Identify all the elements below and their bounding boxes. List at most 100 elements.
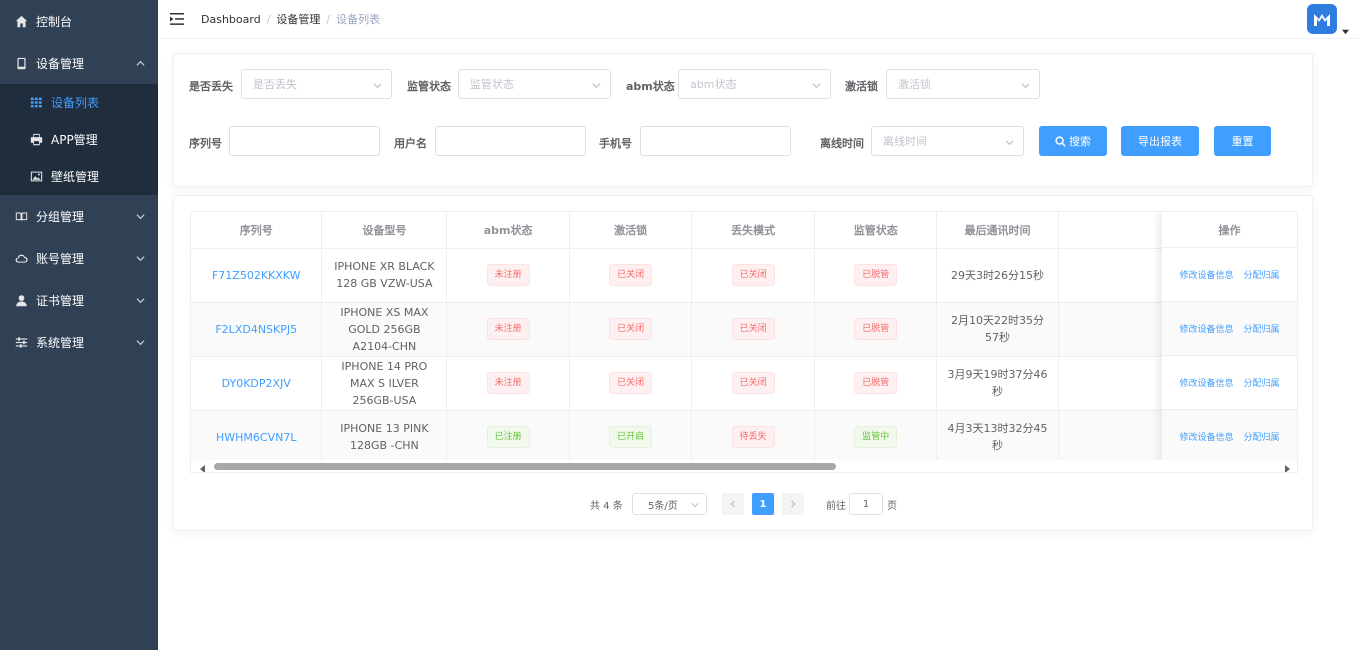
goto-label: 前往 — [826, 501, 846, 512]
breadcrumb: Dashboard / 设备管理 / 设备列表 — [201, 11, 380, 27]
filter-form: 是否丢失 是否丢失 监管状态 监管状态 abm状态 abm状态 激活锁 激活锁 … — [173, 53, 1313, 187]
menu-device-management-label: 设备管理 — [36, 56, 85, 71]
prev-page-button[interactable] — [722, 493, 744, 515]
cell-empty — [1058, 410, 1178, 465]
page-size-select[interactable]: 5条/页 — [632, 493, 707, 515]
supervise-select[interactable]: 监管状态 — [458, 69, 611, 99]
page-size-value: 5条/页 — [648, 500, 678, 512]
cell-abm: 已注册 — [446, 410, 570, 465]
assign-owner-link[interactable]: 分配归属 — [1244, 322, 1280, 335]
cell-serial[interactable]: HWHM6CVN7L — [191, 410, 323, 465]
edit-device-link[interactable]: 修改设备信息 — [1179, 268, 1233, 281]
col-serial: 序列号 — [191, 212, 323, 249]
assign-owner-link[interactable]: 分配归属 — [1244, 268, 1280, 281]
chevron-down-icon — [136, 252, 145, 262]
pagination: 共 4 条 5条/页 1 前往 1 页 — [174, 493, 1312, 515]
cell-lock: 已关闭 — [569, 302, 693, 357]
phone-input[interactable] — [640, 126, 791, 156]
menu-system-management[interactable]: 系统管理 — [0, 321, 158, 363]
scrollbar-thumb[interactable] — [214, 463, 836, 470]
status-badge: 监管中 — [854, 426, 898, 448]
status-badge: 已脱管 — [854, 264, 898, 286]
cell-serial[interactable]: F2LXD4NSKPJ5 — [191, 302, 323, 357]
edit-device-link[interactable]: 修改设备信息 — [1179, 376, 1233, 389]
table-row: F2LXD4NSKPJ5 IPHONE XS MAX GOLD 256GB A2… — [191, 302, 1297, 357]
sidebar-item-wallpaper[interactable]: 壁纸管理 — [0, 158, 158, 195]
col-actions: 操作 — [1162, 212, 1297, 248]
breadcrumb-separator: / — [326, 12, 331, 26]
cell-empty — [1058, 356, 1178, 411]
edit-device-link[interactable]: 修改设备信息 — [1179, 322, 1233, 335]
cell-supervise: 监管中 — [814, 410, 938, 465]
status-badge: 已关闭 — [731, 264, 775, 286]
offline-select[interactable]: 离线时间 — [871, 126, 1024, 156]
col-last-contact: 最后通讯时间 — [936, 212, 1059, 249]
cell-last: 4月3天13时32分45秒 — [936, 410, 1059, 465]
menu-dashboard[interactable]: 控制台 — [0, 0, 158, 42]
activation-select[interactable]: 激活锁 — [886, 69, 1040, 99]
breadcrumb-dashboard[interactable]: Dashboard — [201, 13, 261, 26]
cell-empty — [1058, 302, 1178, 357]
goto-page-input[interactable]: 1 — [849, 493, 883, 515]
topbar: Dashboard / 设备管理 / 设备列表 — [158, 0, 1358, 39]
status-badge: 已关闭 — [731, 318, 775, 340]
lost-select[interactable]: 是否丢失 — [241, 69, 392, 99]
reset-button[interactable]: 重置 — [1214, 126, 1271, 156]
table-row: DY0KDP2XJV IPHONE 14 PRO MAX S ILVER 256… — [191, 356, 1297, 411]
home-icon — [14, 14, 28, 28]
cell-abm: 未注册 — [446, 248, 570, 303]
export-button[interactable]: 导出报表 — [1121, 126, 1199, 156]
menu-account-management[interactable]: 账号管理 — [0, 237, 158, 279]
chevron-right-icon — [790, 500, 796, 508]
sidebar-item-wallpaper-label: 壁纸管理 — [51, 170, 100, 184]
menu-certificate-management[interactable]: 证书管理 — [0, 279, 158, 321]
page-number-current[interactable]: 1 — [752, 493, 774, 515]
search-icon — [1055, 135, 1066, 147]
search-button[interactable]: 搜索 — [1039, 126, 1107, 156]
cell-abm: 未注册 — [446, 356, 570, 411]
cell-serial[interactable]: DY0KDP2XJV — [191, 356, 323, 411]
chevron-down-icon — [812, 80, 821, 89]
sidebar-item-app[interactable]: APP管理 — [0, 121, 158, 158]
caret-down-icon[interactable] — [1342, 24, 1350, 35]
menu-group-management[interactable]: 分组管理 — [0, 195, 158, 237]
device-table-card: 序列号 设备型号 abm状态 激活锁 丢失模式 监管状态 最后通讯时间 F71Z… — [173, 195, 1313, 531]
chevron-down-icon — [373, 80, 382, 89]
scroll-right-icon[interactable] — [1283, 462, 1291, 472]
sidebar-item-device-list[interactable]: 设备列表 — [0, 84, 158, 121]
edit-device-link[interactable]: 修改设备信息 — [1179, 430, 1233, 443]
serial-input[interactable] — [229, 126, 380, 156]
menu-device-management[interactable]: 设备管理 — [0, 42, 158, 84]
chevron-down-icon — [592, 80, 601, 89]
cell-lock: 已关闭 — [569, 248, 693, 303]
cell-lost: 待丢失 — [691, 410, 815, 465]
assign-owner-link[interactable]: 分配归属 — [1244, 376, 1280, 389]
assign-owner-link[interactable]: 分配归属 — [1244, 430, 1280, 443]
search-button-label: 搜索 — [1069, 135, 1091, 148]
lost-placeholder: 是否丢失 — [253, 78, 297, 91]
breadcrumb-device-management[interactable]: 设备管理 — [276, 11, 320, 27]
scroll-left-icon[interactable] — [199, 462, 207, 472]
cell-empty — [1058, 248, 1178, 303]
cell-lock: 已关闭 — [569, 356, 693, 411]
next-page-button[interactable] — [782, 493, 804, 515]
horizontal-scrollbar[interactable] — [191, 460, 1297, 472]
col-hidden — [1058, 212, 1178, 249]
username-input[interactable] — [435, 126, 586, 156]
abm-select[interactable]: abm状态 — [678, 69, 831, 99]
cell-model: IPHONE XR BLACK 128 GB VZW-USA — [321, 248, 448, 303]
status-badge: 已脱管 — [854, 372, 898, 394]
activation-placeholder: 激活锁 — [898, 78, 931, 91]
chevron-down-icon — [136, 294, 145, 304]
device-table: 序列号 设备型号 abm状态 激活锁 丢失模式 监管状态 最后通讯时间 F71Z… — [190, 211, 1298, 473]
phone-icon — [14, 56, 28, 70]
menu-fold-icon[interactable] — [170, 12, 184, 26]
cell-serial[interactable]: F71Z502KKXKW — [191, 248, 323, 303]
breadcrumb-device-list: 设备列表 — [336, 13, 381, 26]
page-suffix: 页 — [887, 501, 897, 512]
cell-last: 3月9天19时37分46秒 — [936, 356, 1059, 411]
cell-model: IPHONE 14 PRO MAX S ILVER 256GB-USA — [321, 356, 448, 411]
menu-dashboard-label: 控制台 — [36, 14, 73, 29]
avatar[interactable] — [1307, 4, 1337, 34]
cell-abm: 未注册 — [446, 302, 570, 357]
